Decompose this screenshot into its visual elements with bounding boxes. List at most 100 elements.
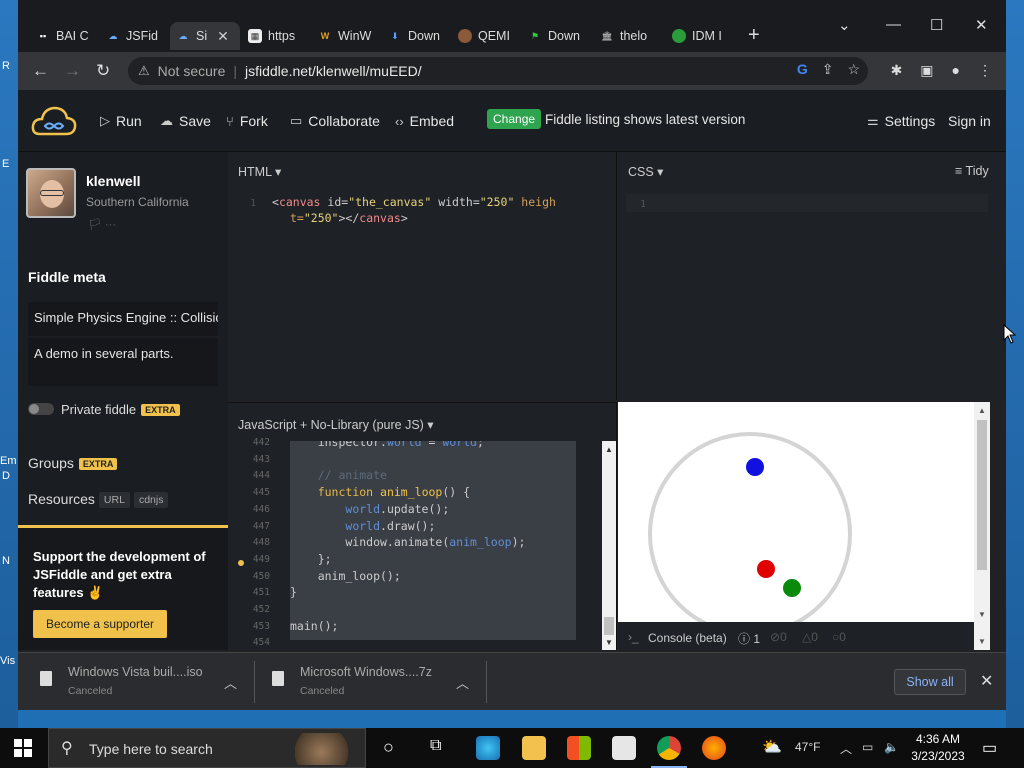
scroll-up-icon[interactable]: ▲	[605, 445, 613, 454]
menu-kebab-icon[interactable]: ⋮	[978, 62, 992, 79]
mail-icon[interactable]	[612, 736, 636, 760]
bookmark-star-icon[interactable]: ☆	[847, 61, 860, 78]
extensions-icon[interactable]: ✱	[891, 62, 903, 79]
network-icon[interactable]: ▭	[862, 740, 873, 754]
edge-icon[interactable]	[476, 736, 500, 760]
run-button[interactable]: ▷ Run	[100, 113, 142, 129]
scroll-down-icon[interactable]: ▼	[978, 610, 986, 619]
scroll-down-icon[interactable]: ▼	[605, 638, 613, 647]
result-scroll-thumb[interactable]	[977, 420, 987, 570]
scroll-up-icon[interactable]: ▲	[978, 406, 986, 415]
tab-search-chevron-icon[interactable]: ⌄	[838, 16, 851, 34]
tab-qemu[interactable]: QEMI	[452, 22, 522, 50]
address-bar[interactable]: ⚠ Not secure | jsfiddle.net/klenwell/muE…	[128, 57, 868, 85]
maximize-icon[interactable]: ☐	[930, 16, 943, 34]
weather-icon[interactable]: ⛅	[762, 737, 782, 757]
store-icon[interactable]	[567, 736, 591, 760]
console-warning-count[interactable]: △0	[802, 630, 818, 644]
console-label[interactable]: Console (beta)	[648, 631, 727, 645]
become-supporter-button[interactable]: Become a supporter	[33, 610, 167, 638]
profile-icon[interactable]: ●	[952, 62, 960, 79]
change-button[interactable]: Change	[487, 109, 542, 129]
browser-window: ▪▪ BAI C ☁ JSFid ☁ Si ✕ ▦ https W WinW ⬇ Down …	[18, 0, 1006, 710]
taskbar-search-box[interactable]: ⚲ Type here to search	[48, 728, 366, 768]
tab-simple-physics[interactable]: ☁ Si ✕	[170, 22, 240, 50]
tab-winworld[interactable]: W WinW	[312, 22, 382, 50]
sign-in-button[interactable]: Sign in	[948, 113, 991, 129]
system-clock[interactable]: 4:36 AM 3/23/2023	[908, 731, 968, 765]
tab-idm[interactable]: IDM I	[666, 22, 738, 50]
chrome-icon[interactable]	[651, 736, 687, 768]
user-name[interactable]: klenwell	[86, 173, 140, 189]
fork-button[interactable]: ⑂ Fork	[226, 113, 268, 129]
close-window-icon[interactable]: ✕	[975, 16, 988, 34]
download-item[interactable]: Microsoft Windows....7z Canceled ︿	[268, 663, 488, 701]
js-scroll-thumb[interactable]	[604, 617, 614, 635]
new-tab-icon[interactable]: +	[748, 24, 760, 47]
forward-icon[interactable]: →	[64, 61, 81, 81]
console-bar[interactable]: ›_ Console (beta) ⓘ 1 ⊘0 △0 ○0	[618, 622, 974, 650]
js-line-number: 447	[252, 520, 270, 532]
task-view-icon[interactable]: ⧉	[430, 737, 441, 755]
google-icon[interactable]: G	[797, 61, 808, 78]
side-panel-icon[interactable]: ▣	[920, 62, 933, 79]
js-code-line: inspector.world = world;	[290, 441, 484, 449]
show-all-button[interactable]: Show all	[894, 669, 966, 695]
fiddle-title-input[interactable]: Simple Physics Engine :: Collisio	[28, 302, 218, 336]
tab-jsfiddle[interactable]: ☁ JSFid	[100, 22, 170, 50]
js-panel-label[interactable]: JavaScript + No-Library (pure JS) ▾	[238, 417, 434, 432]
save-button[interactable]: ☁ Save	[160, 113, 211, 129]
css-panel[interactable]: CSS ▾ ≡ Tidy 1	[618, 152, 1006, 400]
console-error-count[interactable]: ⊘0	[770, 630, 787, 644]
fiddle-description-input[interactable]: A demo in several parts.	[28, 338, 218, 386]
embed-button[interactable]: ‹› Embed	[395, 113, 454, 129]
minimize-icon[interactable]: —	[886, 16, 901, 33]
settings-button[interactable]: ⚌ Settings	[867, 113, 935, 129]
notifications-icon[interactable]: ▭	[982, 738, 997, 758]
tab-https[interactable]: ▦ https	[242, 22, 312, 50]
tidy-button[interactable]: ≡ Tidy	[955, 164, 989, 178]
physics-canvas[interactable]	[618, 402, 974, 636]
tab-download-1[interactable]: ⬇ Down	[382, 22, 452, 50]
scroll-down-icon[interactable]: ▼	[978, 637, 986, 646]
console-log-count[interactable]: ○0	[832, 630, 846, 644]
chevron-up-icon[interactable]: ︿	[224, 673, 237, 692]
html-panel-label[interactable]: HTML ▾	[238, 164, 281, 179]
tab-download-2[interactable]: ⚑ Down	[522, 22, 592, 50]
result-frame[interactable]	[618, 402, 974, 636]
firefox-icon[interactable]	[702, 736, 726, 760]
user-social-icons[interactable]: 🏳 ···	[88, 218, 116, 231]
address-separator: |	[233, 63, 237, 79]
volume-icon[interactable]: 🔈	[884, 740, 899, 754]
tab-bai[interactable]: ▪▪ BAI C	[30, 22, 100, 50]
collaborate-button[interactable]: ▭ Collaborate	[290, 113, 380, 129]
console-info-count[interactable]: ⓘ 1	[738, 630, 760, 647]
result-scrollbar[interactable]: ▲ ▼ ▼	[974, 402, 990, 650]
avatar[interactable]	[26, 168, 76, 218]
blue-ball	[746, 458, 764, 476]
close-downloads-icon[interactable]: ✕	[980, 671, 993, 691]
private-fiddle-toggle[interactable]	[28, 403, 54, 415]
url-chip[interactable]: URL	[98, 492, 130, 508]
css-panel-label[interactable]: CSS ▾	[628, 164, 663, 179]
tab-thelo[interactable]: 🏛 thelo	[594, 22, 664, 50]
html-panel[interactable]: HTML ▾ 1 <canvas id="the_canvas" width="2…	[228, 152, 617, 400]
close-tab-icon[interactable]: ✕	[217, 28, 229, 45]
weather-temp[interactable]: 47°F	[795, 740, 820, 754]
jsfiddle-logo-icon[interactable]	[30, 104, 78, 138]
cdnjs-chip[interactable]: cdnjs	[133, 492, 169, 508]
tray-chevron-icon[interactable]: ︿	[840, 740, 852, 757]
reload-icon[interactable]: ↻	[96, 61, 110, 81]
js-code-area[interactable]: inspector.world = world; // animate func…	[290, 441, 576, 640]
chevron-up-icon[interactable]: ︿	[456, 673, 469, 692]
download-item[interactable]: Windows Vista buil....iso Canceled ︿	[36, 663, 246, 701]
groups-section[interactable]: Groups EXTRA	[28, 455, 118, 471]
share-icon[interactable]: ⇪	[822, 61, 834, 78]
js-scrollbar[interactable]: ▲ ▼	[602, 441, 616, 650]
resources-section[interactable]: Resources URL cdnjs	[28, 491, 169, 508]
back-icon[interactable]: ←	[32, 61, 49, 81]
windows-start-icon[interactable]	[14, 739, 32, 757]
desktop-icon-label: N	[2, 555, 10, 567]
cortana-icon[interactable]: ○	[383, 737, 394, 758]
file-explorer-icon[interactable]	[522, 736, 546, 760]
